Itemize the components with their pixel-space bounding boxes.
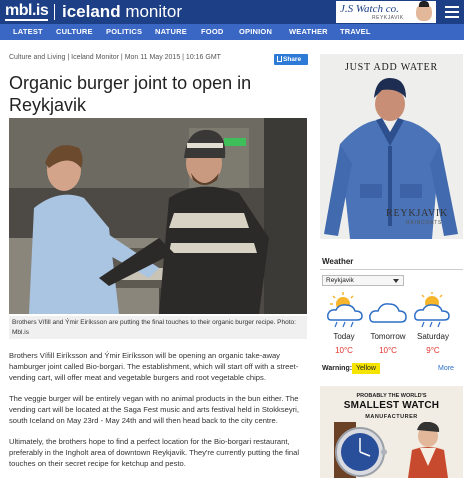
nav-opinion[interactable]: OPINION bbox=[239, 27, 272, 36]
article-paragraph-3: Ultimately, the brothers hope to find a … bbox=[9, 437, 300, 468]
weather-day-tomorrow: Tomorrow bbox=[370, 332, 406, 341]
article-title: Organic burger joint to open in Reykjavi… bbox=[9, 73, 252, 115]
weather-heading: Weather bbox=[322, 257, 354, 266]
nav-politics[interactable]: POLITICS bbox=[106, 27, 142, 36]
mbl-logo[interactable]: mbl.is bbox=[5, 2, 49, 21]
header-watch-ad[interactable]: J.S Watch co. REYKJAVIK bbox=[336, 1, 436, 23]
weather-temp-tomorrow: 10°C bbox=[379, 346, 397, 355]
watch-ad-line2: SMALLEST WATCH bbox=[343, 400, 440, 411]
weather-warning-label: Warning: bbox=[322, 365, 353, 372]
weather-divider bbox=[320, 269, 463, 270]
nav-culture[interactable]: CULTURE bbox=[56, 27, 93, 36]
article-paragraph-1: Brothers Vífill Eiríksson and Ýmir Eirík… bbox=[9, 351, 299, 382]
raincoat-ad[interactable]: JUST ADD WATER REYKJAVIK RAINCOATS bbox=[320, 54, 463, 239]
share-icon bbox=[277, 56, 282, 62]
watch-ad-line1: PROBABLY THE WORLD'S bbox=[356, 393, 427, 399]
ad-portrait-icon bbox=[416, 1, 432, 21]
weather-location-value: Reykjavik bbox=[326, 277, 354, 284]
iceland-monitor-logo[interactable]: iceland monitor bbox=[62, 2, 182, 22]
watch-illustration bbox=[334, 422, 448, 478]
share-label: Share bbox=[283, 56, 302, 63]
ad-brand: J.S Watch co. bbox=[340, 3, 399, 15]
ad-headline: JUST ADD WATER bbox=[344, 62, 439, 73]
cloud-icon bbox=[369, 303, 407, 323]
weather-location-select[interactable]: Reykjavik bbox=[322, 275, 404, 286]
article-photo bbox=[9, 118, 307, 314]
article-meta: Culture and Living | Iceland Monitor | M… bbox=[9, 54, 221, 61]
logo-divider bbox=[54, 4, 55, 20]
watch-ad-line3: MANUFACTURER bbox=[365, 414, 418, 420]
logo-bold: iceland bbox=[62, 2, 121, 21]
nav-food[interactable]: FOOD bbox=[201, 27, 223, 36]
ad-brand-name: REYKJAVIK bbox=[386, 208, 449, 219]
chevron-down-icon bbox=[393, 279, 399, 283]
sun-cloud-rain-icon bbox=[414, 292, 450, 328]
weather-day-saturday: Saturday bbox=[416, 332, 450, 341]
share-button[interactable]: Share bbox=[274, 54, 308, 65]
brothers-photo-illustration bbox=[9, 118, 307, 314]
sun-cloud-rain-icon bbox=[327, 292, 363, 328]
logo-rest: monitor bbox=[120, 2, 183, 21]
nav-travel[interactable]: TRAVEL bbox=[340, 27, 371, 36]
hamburger-menu-icon[interactable] bbox=[445, 6, 459, 18]
main-nav: LATEST CULTURE POLITICS NATURE FOOD OPIN… bbox=[0, 24, 464, 40]
weather-day-today: Today bbox=[333, 332, 355, 341]
nav-weather[interactable]: WEATHER bbox=[289, 27, 328, 36]
nav-nature[interactable]: NATURE bbox=[155, 27, 187, 36]
nav-latest[interactable]: LATEST bbox=[13, 27, 43, 36]
weather-temp-today: 10°C bbox=[335, 346, 353, 355]
site-header: mbl.is iceland monitor J.S Watch co. REY… bbox=[0, 0, 464, 24]
weather-temp-saturday: 9°C bbox=[426, 346, 440, 355]
weather-warning-badge: Yellow bbox=[352, 363, 380, 374]
article-paragraph-2: The veggie burger will be entirely vegan… bbox=[9, 394, 299, 425]
ad-brand-sub: REYKJAVIK bbox=[372, 15, 404, 21]
ad-brand-subline: RAINCOATS bbox=[406, 220, 442, 226]
photo-caption: Brothers Vífill and Ýmir Eiríksson are p… bbox=[9, 316, 307, 339]
weather-more-link[interactable]: More bbox=[438, 365, 454, 372]
watch-ad[interactable]: PROBABLY THE WORLD'S SMALLEST WATCH MANU… bbox=[320, 386, 463, 478]
